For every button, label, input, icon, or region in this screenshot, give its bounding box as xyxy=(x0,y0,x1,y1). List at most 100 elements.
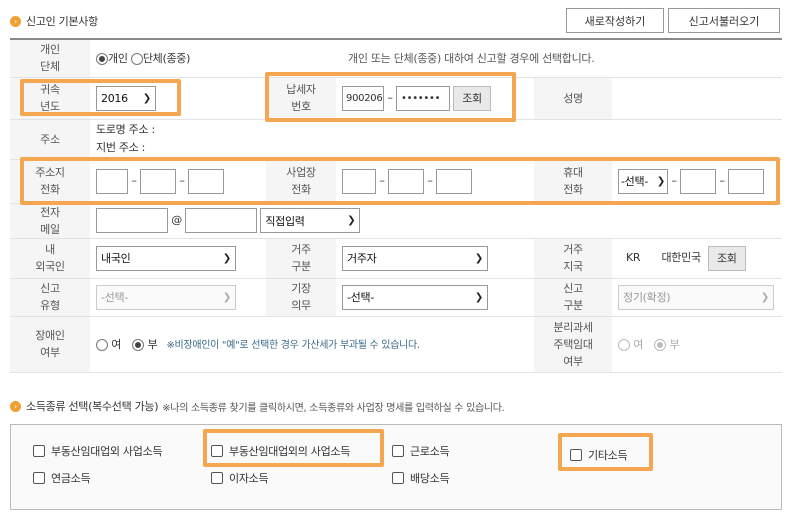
income-item-label: 근로소득 xyxy=(410,445,450,458)
radio-individual-label: 개인 xyxy=(108,52,128,66)
income-item-label: 연금소득 xyxy=(51,472,91,485)
filing-type-value: -선택- xyxy=(101,291,128,304)
filing-class-select[interactable]: 정기(확정) ❯ xyxy=(618,284,775,310)
applicant-type-label: 개인 단체 xyxy=(10,39,90,78)
biz-phone-3[interactable] xyxy=(436,168,473,194)
mobile-2[interactable] xyxy=(680,168,717,194)
mobile-carrier-value: -선택- xyxy=(621,175,648,188)
applicant-type-note: 개인 또는 단체(종중) 대하여 신고할 경우에 선택합니다. xyxy=(336,39,783,78)
biz-phone-1[interactable] xyxy=(342,168,377,194)
chevron-down-icon: ❯ xyxy=(474,291,484,303)
checkbox[interactable] xyxy=(33,472,45,484)
chevron-down-icon: ❯ xyxy=(474,252,484,264)
lot-address: 지번 주소 : xyxy=(96,141,146,154)
income-item-label: 배당소득 xyxy=(410,472,450,485)
checkbox[interactable] xyxy=(392,445,404,457)
income-item-label: 부동산임대업외 사업소득 xyxy=(51,445,163,458)
taxpayer-no-part2-input[interactable]: ••••••• xyxy=(396,85,451,111)
nationality-label: 내 외국인 xyxy=(10,238,90,279)
radio-individual[interactable] xyxy=(96,53,108,66)
radio-group[interactable] xyxy=(130,53,143,66)
separate-tax-no-radio[interactable] xyxy=(654,339,667,351)
income-section-note: ※나의 소득종류 찾기를 클릭하시면, 소득종류와 사업장 명세를 입력하실 수… xyxy=(162,402,505,414)
income-item[interactable]: 부동산임대업외의 사업소득 xyxy=(211,443,350,459)
checkbox[interactable] xyxy=(211,472,223,484)
section-title-income: › 소득종류 선택(복수선택 가능) ※나의 소득종류 찾기를 클릭하시면, 소… xyxy=(10,398,505,414)
separate-tax-label: 분리과세 주택임대 여부 xyxy=(534,316,613,373)
load-report-button[interactable]: 신고서불러오기 xyxy=(668,8,780,33)
separate-tax-no-label: 부 xyxy=(669,338,680,351)
chevron-down-icon: ❯ xyxy=(222,252,231,264)
filing-class-value: 정기(확정) xyxy=(623,291,671,304)
residence-label: 거주 구분 xyxy=(266,238,337,279)
filing-type-select[interactable]: -선택- ❯ xyxy=(96,284,236,310)
basic-info-table: 개인 단체 개인 단체(종중) 개인 또는 단체(종중) 대하여 신고할 경우에… xyxy=(10,38,783,373)
chevron-down-icon: ❯ xyxy=(760,291,770,303)
email-domain-select[interactable]: 직접입력 ❯ xyxy=(260,208,361,233)
checkbox[interactable] xyxy=(33,445,45,457)
year-label: 귀속 년도 xyxy=(10,77,90,120)
separate-tax-yes-label: 여 xyxy=(633,338,644,351)
home-phone-2[interactable] xyxy=(140,168,176,194)
residence-value: 거주자 xyxy=(347,252,377,265)
separate-tax-yes-radio[interactable] xyxy=(618,339,631,351)
country-name: 대한민국 xyxy=(661,251,701,264)
biz-phone-label: 사업장 전화 xyxy=(266,159,337,204)
chevron-down-icon: ❯ xyxy=(656,175,666,187)
biz-phone-2[interactable] xyxy=(388,168,425,194)
road-address: 도로명 주소 : xyxy=(96,123,155,136)
chevron-down-icon: ❯ xyxy=(142,92,151,104)
country-lookup-button[interactable]: 조회 xyxy=(707,245,746,271)
mobile-carrier-select[interactable]: -선택- ❯ xyxy=(618,168,669,194)
chevron-down-icon: ❯ xyxy=(222,291,231,303)
home-phone-label: 주소지 전화 xyxy=(10,159,90,204)
disability-yes-label: 여 xyxy=(111,338,122,351)
nationality-value: 내국인 xyxy=(101,252,131,265)
income-type-box: 부동산임대업외 사업소득 부동산임대업외의 사업소득 근로소득 기타소득 연금소… xyxy=(10,424,782,510)
email-id-input[interactable] xyxy=(96,208,168,233)
disability-no-label: 부 xyxy=(147,338,158,351)
bullet-icon: › xyxy=(10,400,21,412)
new-report-button[interactable]: 새로작성하기 xyxy=(566,8,664,33)
income-item-label: 기타소득 xyxy=(588,449,628,462)
taxpayer-lookup-button[interactable]: 조회 xyxy=(453,85,491,111)
income-item[interactable]: 근로소득 xyxy=(392,443,450,459)
disability-note: ※비장애인이 "예"로 선택한 경우 가산세가 부과될 수 있습니다. xyxy=(166,340,420,351)
disability-no-radio[interactable] xyxy=(132,339,145,351)
year-value: 2016 xyxy=(101,91,128,105)
mobile-3[interactable] xyxy=(728,168,765,194)
disability-yes-radio[interactable] xyxy=(96,339,108,351)
residence-select[interactable]: 거주자 ❯ xyxy=(342,245,489,271)
taxpayer-no-part1-input[interactable]: 900206 xyxy=(342,85,385,111)
address-label: 주소 xyxy=(10,119,90,160)
email-domain-input[interactable] xyxy=(185,208,258,233)
checkbox[interactable] xyxy=(211,445,223,457)
email-domain-value: 직접입력 xyxy=(265,214,305,228)
income-item[interactable]: 배당소득 xyxy=(392,470,450,486)
chevron-down-icon: ❯ xyxy=(347,215,356,226)
income-item[interactable]: 부동산임대업외 사업소득 xyxy=(33,443,163,459)
income-item[interactable]: 기타소득 xyxy=(570,447,628,463)
name-value xyxy=(612,77,783,120)
checkbox[interactable] xyxy=(392,472,404,484)
checkbox[interactable] xyxy=(570,449,582,461)
income-section-title: 소득종류 선택(복수선택 가능) xyxy=(26,400,159,413)
income-item[interactable]: 이자소득 xyxy=(211,470,269,486)
bookkeeping-label: 기장 의무 xyxy=(266,278,337,317)
section-title-basic: › 신고인 기본사항 xyxy=(10,13,98,29)
home-phone-3[interactable] xyxy=(188,168,224,194)
country-code: KR xyxy=(626,251,641,264)
section-title-text: 신고인 기본사항 xyxy=(26,15,98,28)
bookkeeping-select[interactable]: -선택- ❯ xyxy=(342,284,489,310)
income-item-label: 부동산임대업외의 사업소득 xyxy=(229,445,351,458)
filing-type-label: 신고 유형 xyxy=(10,278,90,317)
home-phone-1[interactable] xyxy=(96,168,128,194)
radio-group-label: 단체(종중) xyxy=(142,52,191,66)
nationality-select[interactable]: 내국인 ❯ xyxy=(96,245,236,271)
income-item[interactable]: 연금소득 xyxy=(33,470,91,486)
year-select[interactable]: 2016 ❯ xyxy=(96,85,156,111)
name-label: 성명 xyxy=(534,77,613,120)
bullet-icon: › xyxy=(10,15,21,27)
email-at: @ xyxy=(171,213,182,227)
taxpayer-no-label: 납세자 번호 xyxy=(266,77,337,120)
